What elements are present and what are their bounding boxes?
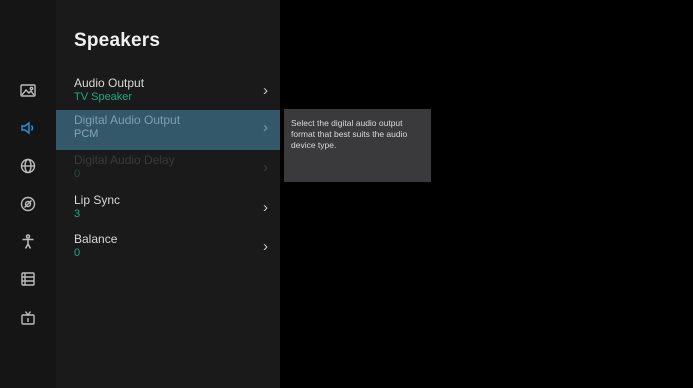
menu-item-label: Digital Audio Output — [74, 113, 181, 127]
chevron-right-icon: › — [263, 159, 268, 176]
chevron-right-icon: › — [263, 82, 268, 99]
sound-icon[interactable] — [14, 114, 42, 142]
chevron-right-icon: › — [263, 199, 268, 216]
system-icon[interactable] — [14, 265, 42, 293]
accessibility-icon[interactable] — [14, 228, 42, 256]
chevron-right-icon: › — [263, 119, 268, 136]
page-title: Speakers — [74, 30, 161, 51]
menu-item-label: Lip Sync — [74, 193, 121, 207]
menu-item-value: TV Speaker — [74, 91, 133, 103]
channel-icon[interactable] — [14, 304, 42, 332]
chevron-right-icon: › — [263, 238, 268, 255]
menu-item-value: 0 — [74, 247, 81, 259]
picture-icon[interactable] — [14, 77, 42, 105]
menu-item-audio-output[interactable]: Audio Output TV Speaker › — [56, 73, 280, 113]
help-tooltip: Select the digital audio output format t… — [284, 109, 431, 182]
menu-item-digital-audio-output[interactable]: Digital Audio Output PCM › — [56, 110, 280, 150]
menu-item-value: 3 — [74, 208, 81, 220]
speakers-menu-panel: Speakers Audio Output TV Speaker › Digit… — [56, 0, 280, 388]
network-icon[interactable] — [14, 152, 42, 180]
menu-item-value: 0 — [74, 168, 81, 180]
menu-item-label: Audio Output — [74, 76, 145, 90]
menu-item-label: Balance — [74, 232, 118, 246]
menu-item-balance[interactable]: Balance 0 › — [56, 229, 280, 269]
general-icon[interactable] — [14, 190, 42, 218]
menu-item-label: Digital Audio Delay — [74, 153, 175, 167]
menu-item-digital-audio-delay: Digital Audio Delay 0 › — [56, 150, 280, 190]
settings-category-rail — [0, 0, 56, 388]
menu-item-lip-sync[interactable]: Lip Sync 3 › — [56, 190, 280, 230]
menu-item-value: PCM — [74, 128, 99, 140]
